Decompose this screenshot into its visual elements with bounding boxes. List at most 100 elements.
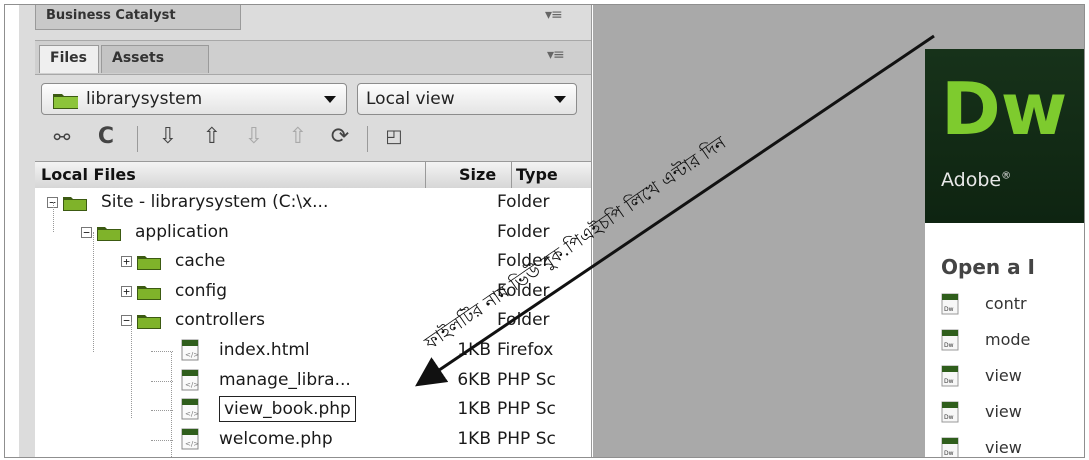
- expand-toggle-icon[interactable]: +: [121, 285, 132, 297]
- tree-connector: [171, 352, 172, 457]
- svg-text:Dw: Dw: [944, 450, 954, 457]
- welcome-subtitle-text: Adobe: [941, 169, 1002, 191]
- tree-connector: [53, 202, 54, 232]
- tree-item-name: cache: [175, 251, 226, 272]
- folder-icon: [137, 285, 161, 300]
- files-tree: − Site - librarysystem (C:\x... Folder − app…: [35, 188, 591, 457]
- tab-files[interactable]: Files: [39, 45, 99, 73]
- folder-icon: [137, 315, 161, 330]
- tree-row-file[interactable]: </> welcome.php 1KB PHP Sc: [35, 425, 591, 454]
- site-folder-icon: [53, 94, 78, 109]
- svg-text:</>: </>: [185, 440, 199, 448]
- tree-item-type: Folder: [497, 280, 550, 301]
- svg-text:Dw: Dw: [944, 306, 954, 313]
- column-local-files[interactable]: Local Files: [41, 165, 136, 184]
- files-column-header: Local Files Size Type: [35, 161, 591, 189]
- tree-item-size: 1KB: [457, 399, 491, 420]
- welcome-subtitle: Adobe®: [941, 169, 1012, 191]
- tree-row-file[interactable]: </> view_book.php 1KB PHP Sc: [35, 395, 591, 424]
- tree-connector: [151, 351, 173, 352]
- connect-icon[interactable]: ⚯: [47, 120, 77, 154]
- screenshot-frame: Business Catalyst ▾≡ Files Assets ▾≡ lib…: [4, 4, 1085, 458]
- column-divider: [425, 162, 426, 188]
- recent-file-item[interactable]: Dw contr: [941, 293, 1081, 319]
- expand-toggle-icon[interactable]: +: [121, 256, 132, 268]
- tree-connector: [93, 232, 94, 352]
- tree-item-name: index.html: [219, 340, 310, 360]
- tree-row-folder[interactable]: − application Folder: [35, 218, 591, 247]
- check-in-icon[interactable]: ⇧: [283, 120, 313, 154]
- get-files-icon[interactable]: ⇩: [153, 120, 183, 154]
- tree-item-name: application: [135, 221, 229, 242]
- dw-file-icon: Dw: [941, 437, 959, 457]
- recent-file-item[interactable]: Dw view: [941, 401, 1081, 427]
- tree-item-name: manage_libra...: [219, 369, 351, 390]
- tree-item-type: PHP Sc: [497, 428, 556, 449]
- view-select[interactable]: Local view: [357, 83, 577, 115]
- recent-file-name: contr: [985, 294, 1027, 313]
- files-panel-menu-icon[interactable]: ▾≡: [547, 47, 565, 63]
- tree-item-type: Folder: [497, 192, 550, 212]
- php-file-icon: </>: [181, 398, 199, 420]
- synchronize-icon[interactable]: ⟳: [325, 120, 355, 154]
- welcome-screen: Dw Adobe® Open a I Dw contr Dw mode Dw view Dw…: [925, 49, 1084, 457]
- recent-file-name: view: [985, 402, 1022, 421]
- tab-assets[interactable]: Assets: [101, 45, 209, 73]
- column-divider: [511, 162, 512, 188]
- files-toolbar: ⚯ C ⇩ ⇧ ⇩ ⇧ ⟳ ◰: [33, 120, 589, 156]
- refresh-icon[interactable]: C: [91, 120, 121, 154]
- tree-item-size: 6KB: [457, 369, 491, 390]
- expand-icon[interactable]: ◰: [379, 120, 409, 154]
- tree-row-folder[interactable]: − Site - librarysystem (C:\x... Folder: [35, 188, 591, 217]
- check-out-icon[interactable]: ⇩: [239, 120, 269, 154]
- tree-row-folder[interactable]: + cache Folder: [35, 247, 591, 276]
- dw-file-icon: Dw: [941, 401, 959, 423]
- column-size[interactable]: Size: [459, 165, 496, 184]
- tree-row-folder[interactable]: − controllers Folder: [35, 306, 591, 335]
- open-recent-heading: Open a I: [941, 255, 1035, 279]
- business-catalyst-tab[interactable]: Business Catalyst: [35, 5, 241, 30]
- recent-file-name: view: [985, 438, 1022, 457]
- tree-row-file[interactable]: </> manage_libra... 6KB PHP Sc: [35, 366, 591, 395]
- tree-item-type: Firefox: [497, 340, 554, 360]
- tree-item-name: controllers: [175, 310, 265, 331]
- php-file-icon: </>: [181, 369, 199, 391]
- dw-logo: Dw: [941, 67, 1068, 151]
- collapse-toggle-icon[interactable]: −: [81, 226, 92, 238]
- svg-text:Dw: Dw: [944, 414, 954, 421]
- panel-menu-icon[interactable]: ▾≡: [545, 7, 563, 23]
- column-type[interactable]: Type: [516, 165, 558, 184]
- tree-item-type: Folder: [497, 221, 550, 242]
- tree-connector: [151, 410, 173, 412]
- recent-file-item[interactable]: Dw view: [941, 437, 1081, 457]
- chevron-down-icon: [324, 96, 336, 103]
- recent-file-item[interactable]: Dw view: [941, 365, 1081, 391]
- put-files-icon[interactable]: ⇧: [197, 120, 227, 154]
- php-file-icon: </>: [181, 339, 199, 361]
- site-select[interactable]: librarysystem: [41, 83, 347, 115]
- dw-file-icon: Dw: [941, 365, 959, 387]
- dw-file-icon: Dw: [941, 329, 959, 351]
- svg-text:Dw: Dw: [944, 342, 954, 349]
- tree-item-size: 1KB: [457, 340, 491, 360]
- svg-text:</>: </>: [185, 410, 199, 418]
- tree-item-name: config: [175, 280, 228, 301]
- business-catalyst-label: Business Catalyst: [46, 8, 176, 23]
- tree-row-file[interactable]: </> index.html 1KB Firefox: [35, 336, 591, 365]
- tree-item-type: PHP Sc: [497, 369, 556, 390]
- tree-row-folder[interactable]: + config Folder: [35, 277, 591, 306]
- tree-item-type: Folder: [497, 251, 550, 272]
- site-select-value: librarysystem: [86, 89, 203, 109]
- recent-file-item[interactable]: Dw mode: [941, 329, 1081, 355]
- recent-file-name: mode: [985, 330, 1031, 349]
- chevron-down-icon: [554, 96, 566, 103]
- tab-files-label: Files: [50, 50, 87, 66]
- folder-icon: [97, 226, 121, 241]
- tree-item-type: PHP Sc: [497, 399, 556, 420]
- document-area: Dw Adobe® Open a I Dw contr Dw mode Dw view Dw…: [593, 5, 1084, 457]
- folder-icon: [137, 256, 161, 271]
- rename-input[interactable]: view_book.php: [219, 396, 356, 423]
- tree-connector: [131, 322, 132, 418]
- svg-text:</>: </>: [185, 381, 199, 389]
- tree-item-size: 1KB: [457, 428, 491, 449]
